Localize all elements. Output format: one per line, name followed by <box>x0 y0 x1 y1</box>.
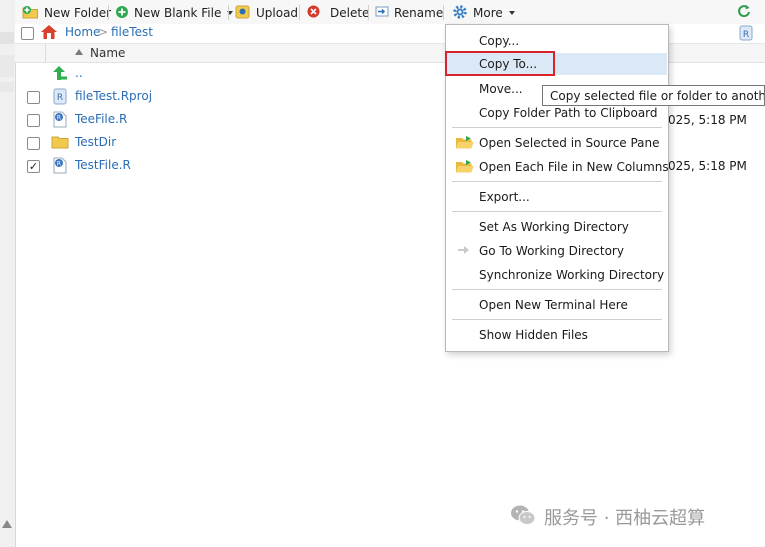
new-blank-file-label: New Blank File <box>134 6 222 20</box>
watermark: 服务号 · 西柚云超算 <box>510 504 705 530</box>
toolbar-divider <box>443 5 444 20</box>
add-file-icon <box>115 5 129 22</box>
tooltip-text: Copy selected file or folder to another … <box>550 89 765 103</box>
gutter-tab <box>0 55 14 77</box>
refresh-icon[interactable] <box>737 4 751 21</box>
row-checkbox[interactable] <box>27 137 40 150</box>
gutter-tab <box>0 32 14 44</box>
rproj-file-icon: R <box>53 88 67 108</box>
file-name-link[interactable]: TestFile.R <box>75 158 131 172</box>
select-all-checkbox[interactable] <box>21 27 34 40</box>
table-row[interactable]: ✓ R TestFile.R <box>15 155 445 178</box>
menu-item-synchronize-working-directory[interactable]: Synchronize Working Directory <box>447 264 667 286</box>
file-name-link[interactable]: TestDir <box>75 135 116 149</box>
open-folder-icon <box>455 135 475 153</box>
toolbar-divider <box>108 5 109 20</box>
menu-item-set-as-working-directory[interactable]: Set As Working Directory <box>447 216 667 238</box>
toolbar-divider <box>228 5 229 20</box>
menu-item-open-each-file-in-new-columns[interactable]: Open Each File in New Columns <box>447 156 669 178</box>
parent-folder-up-icon <box>52 65 68 84</box>
delete-icon <box>307 5 320 21</box>
menu-item-open-selected-in-source-pane[interactable]: Open Selected in Source Pane <box>447 132 667 154</box>
left-pane-gutter <box>0 0 16 547</box>
gear-icon <box>452 4 468 23</box>
breadcrumb-separator: > <box>98 25 109 39</box>
menu-item-show-hidden-files[interactable]: Show Hidden Files <box>447 324 667 346</box>
more-button[interactable]: More <box>452 4 515 22</box>
delete-button[interactable]: Delete <box>307 4 369 22</box>
menu-item-open-new-terminal-here[interactable]: Open New Terminal Here <box>447 294 667 316</box>
rename-button[interactable]: Rename <box>375 4 443 22</box>
toolbar-divider <box>368 5 369 20</box>
svg-text:R: R <box>57 161 61 168</box>
menu-item-go-to-working-directory[interactable]: Go To Working Directory <box>447 240 667 262</box>
row-checkbox[interactable] <box>27 91 40 104</box>
new-blank-file-button[interactable]: New Blank File <box>115 4 234 22</box>
r-script-file-icon: R <box>53 157 67 177</box>
home-icon[interactable] <box>40 24 58 43</box>
menu-divider <box>452 289 662 290</box>
table-row[interactable]: R fileTest.Rproj <box>15 86 445 109</box>
chevron-down-icon <box>508 11 515 15</box>
upload-label: Upload <box>256 6 299 20</box>
menu-divider <box>452 181 662 182</box>
svg-text:R: R <box>57 115 61 122</box>
table-row[interactable]: TestDir <box>15 132 445 155</box>
open-folder-icon <box>455 159 475 177</box>
file-name-link[interactable]: fileTest.Rproj <box>75 89 152 103</box>
gutter-tab <box>0 82 14 92</box>
modified-date-cell: 025, 5:18 PM <box>668 113 747 127</box>
row-checkbox-checked[interactable]: ✓ <box>27 160 40 173</box>
menu-item-copy[interactable]: Copy... <box>447 30 667 52</box>
project-icon[interactable]: R <box>739 25 753 44</box>
menu-divider <box>452 211 662 212</box>
menu-item-export[interactable]: Export... <box>447 186 667 208</box>
table-row[interactable]: R TeeFile.R <box>15 109 445 132</box>
file-name-link[interactable]: .. <box>75 66 83 80</box>
menu-divider <box>452 127 662 128</box>
table-row[interactable]: .. <box>15 63 445 86</box>
watermark-text: 服务号 · 西柚云超算 <box>544 508 706 529</box>
gutter-scroll-arrow-icon[interactable] <box>2 520 12 528</box>
file-name-link[interactable]: TeeFile.R <box>75 112 127 126</box>
new-folder-icon <box>22 5 39 22</box>
rename-icon <box>375 5 389 21</box>
menu-divider <box>452 319 662 320</box>
breadcrumb-home-link[interactable]: Home <box>65 25 100 39</box>
folder-icon <box>51 135 69 152</box>
arrow-right-icon <box>457 244 470 259</box>
more-label: More <box>473 6 503 20</box>
svg-text:R: R <box>743 30 749 40</box>
new-folder-button[interactable]: New Folder <box>22 4 111 22</box>
sort-ascending-icon[interactable] <box>75 49 83 55</box>
new-folder-label: New Folder <box>44 6 112 20</box>
modified-date-cell: 025, 5:18 PM <box>668 159 747 173</box>
column-header-name[interactable]: Name <box>90 46 125 60</box>
upload-button[interactable]: Upload <box>235 4 298 22</box>
rename-label: Rename <box>394 6 444 20</box>
toolbar-divider <box>299 5 300 20</box>
wechat-logo-icon <box>510 504 536 531</box>
highlight-annotation-box <box>445 51 555 76</box>
files-toolbar: New Folder New Blank File Upload Delete … <box>15 0 765 25</box>
svg-text:R: R <box>57 93 63 103</box>
tooltip: Copy selected file or folder to another … <box>542 85 765 106</box>
upload-icon <box>235 5 251 22</box>
column-divider <box>45 44 46 62</box>
row-checkbox[interactable] <box>27 114 40 127</box>
breadcrumb-current-folder[interactable]: fileTest <box>111 25 153 39</box>
delete-label: Delete <box>330 6 370 20</box>
r-script-file-icon: R <box>53 111 67 131</box>
